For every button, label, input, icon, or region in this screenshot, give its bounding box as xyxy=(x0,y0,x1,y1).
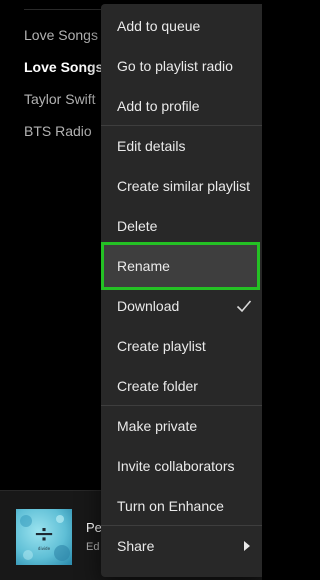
context-menu: Add to queue Go to playlist radio Add to… xyxy=(101,4,262,577)
menu-item-invite-collaborators[interactable]: Invite collaborators xyxy=(101,446,262,486)
menu-item-label: Make private xyxy=(117,418,198,434)
caret-right-icon xyxy=(242,526,252,566)
menu-item-create-folder[interactable]: Create folder xyxy=(101,366,262,406)
sidebar-playlist-item[interactable]: Love Songs xyxy=(24,27,98,43)
menu-item-label: Download xyxy=(117,298,180,314)
menu-item-rename[interactable]: Rename xyxy=(101,242,260,290)
check-icon xyxy=(236,286,252,326)
menu-item-add-to-queue[interactable]: Add to queue xyxy=(101,6,262,46)
menu-item-label: Rename xyxy=(117,258,170,274)
menu-item-label: Create folder xyxy=(117,378,198,394)
menu-item-label: Add to queue xyxy=(117,18,201,34)
album-symbol: ÷ xyxy=(33,519,55,549)
menu-item-label: Create similar playlist xyxy=(117,178,251,194)
menu-item-download[interactable]: Download xyxy=(101,286,262,326)
menu-item-edit-details[interactable]: Edit details xyxy=(101,126,262,166)
menu-item-label: Create playlist xyxy=(117,338,206,354)
album-art-image: ÷ divide xyxy=(16,509,72,565)
menu-item-label: Edit details xyxy=(117,138,186,154)
album-art[interactable]: ÷ divide xyxy=(16,509,72,565)
menu-item-add-to-profile[interactable]: Add to profile xyxy=(101,86,262,126)
menu-item-create-playlist[interactable]: Create playlist xyxy=(101,326,262,366)
menu-item-make-private[interactable]: Make private xyxy=(101,406,262,446)
menu-item-share[interactable]: Share xyxy=(101,526,262,566)
menu-item-label: Turn on Enhance xyxy=(117,498,224,514)
sidebar-playlist-item-active[interactable]: Love Songs xyxy=(24,59,103,75)
menu-item-label: Go to playlist radio xyxy=(117,58,233,74)
menu-item-label: Share xyxy=(117,538,155,554)
now-playing-title[interactable]: Pe xyxy=(86,520,102,535)
menu-item-turn-on-enhance[interactable]: Turn on Enhance xyxy=(101,486,262,526)
menu-item-go-to-playlist-radio[interactable]: Go to playlist radio xyxy=(101,46,262,86)
sidebar-playlist-item[interactable]: Taylor Swift xyxy=(24,91,96,107)
menu-item-label: Invite collaborators xyxy=(117,458,235,474)
menu-item-label: Add to profile xyxy=(117,98,200,114)
menu-item-create-similar-playlist[interactable]: Create similar playlist xyxy=(101,166,262,206)
now-playing-artist[interactable]: Ed xyxy=(86,541,99,553)
menu-item-delete[interactable]: Delete xyxy=(101,206,262,246)
menu-item-label: Delete xyxy=(117,218,158,234)
sidebar-playlist-item[interactable]: BTS Radio xyxy=(24,123,92,139)
album-text: divide xyxy=(38,546,51,551)
